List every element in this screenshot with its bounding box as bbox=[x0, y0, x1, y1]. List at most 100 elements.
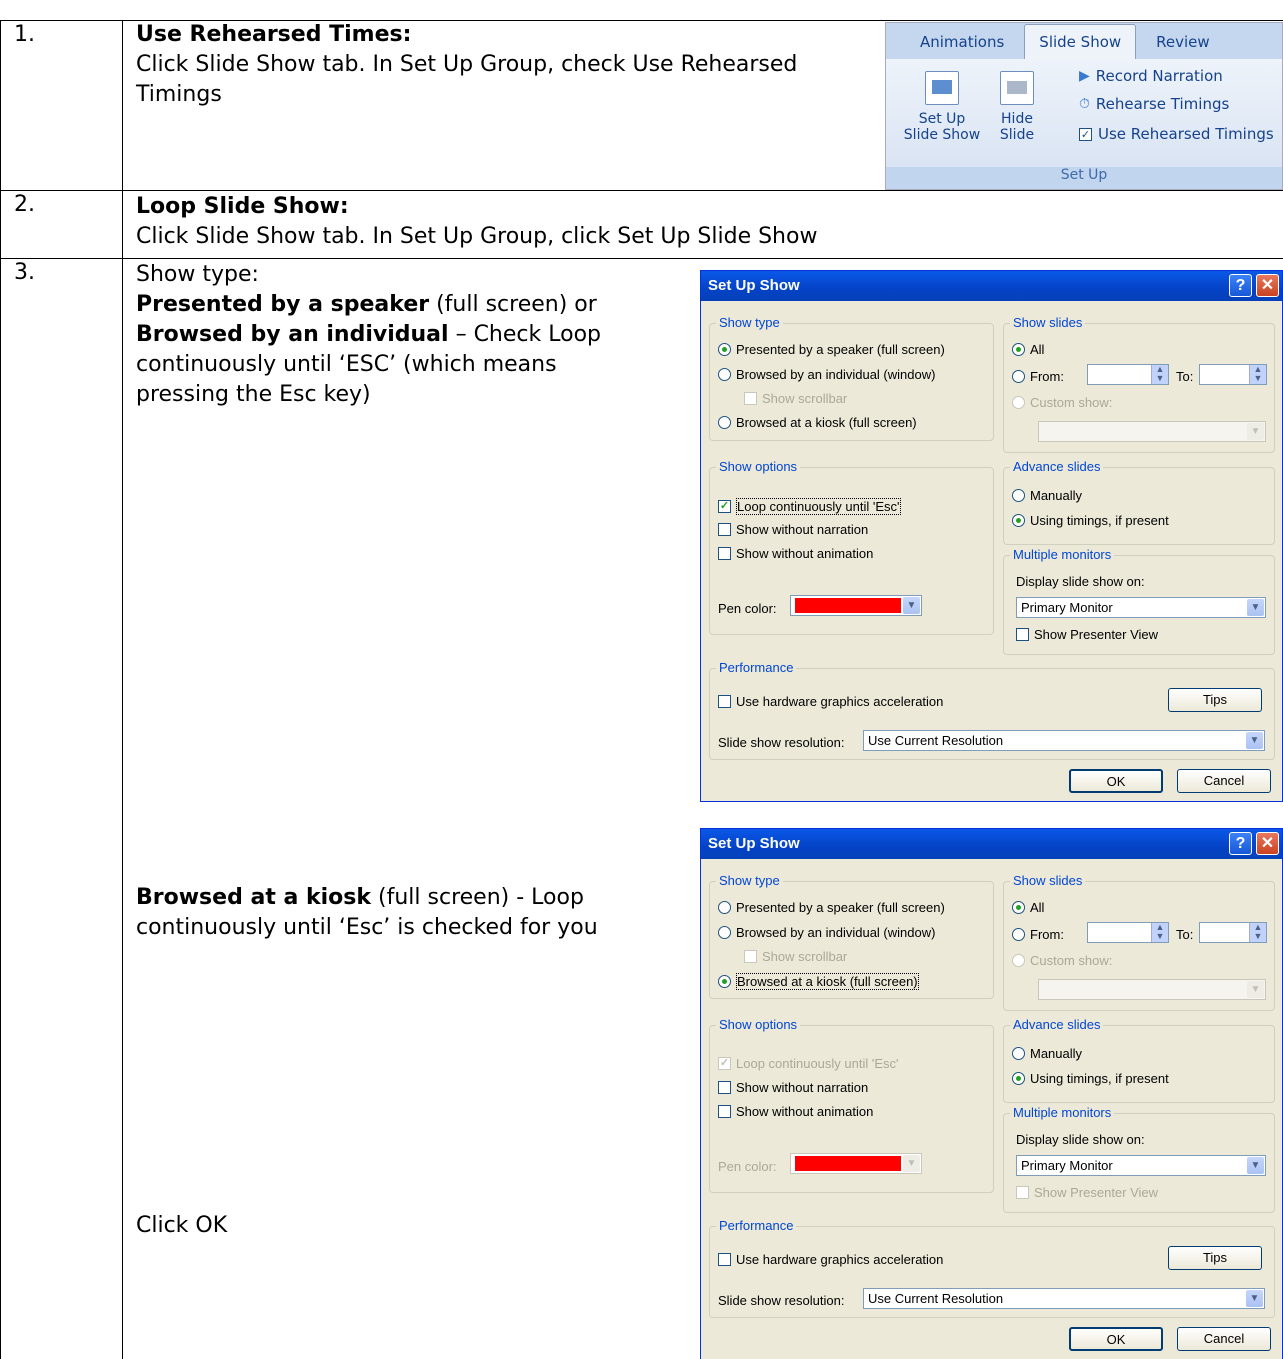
radio-button[interactable] bbox=[718, 416, 731, 429]
radio-all[interactable]: All bbox=[1012, 900, 1044, 915]
radio-browsed-at-kiosk[interactable]: Browsed at a kiosk (full screen) bbox=[718, 415, 917, 430]
radio-button[interactable] bbox=[1012, 370, 1025, 383]
checkbox[interactable] bbox=[1016, 1186, 1029, 1199]
radio-using-timings[interactable]: Using timings, if present bbox=[1012, 1071, 1169, 1086]
monitor-select[interactable]: Primary Monitor ▼ bbox=[1016, 597, 1266, 618]
radio-presented-by-speaker[interactable]: Presented by a speaker (full screen) bbox=[718, 900, 945, 915]
checkbox[interactable] bbox=[718, 1081, 731, 1094]
radio-browsed-by-individual[interactable]: Browsed by an individual (window) bbox=[718, 925, 935, 940]
radio-button[interactable] bbox=[1012, 396, 1025, 409]
radio-browsed-by-individual[interactable]: Browsed by an individual (window) bbox=[718, 367, 935, 382]
use-rehearsed-timings-checkbox[interactable]: ✓ Use Rehearsed Timings bbox=[1079, 125, 1274, 143]
radio-label: Using timings, if present bbox=[1030, 513, 1169, 528]
from-spinner[interactable]: ▲ ▼ bbox=[1087, 364, 1169, 385]
to-spinner[interactable]: ▲ ▼ bbox=[1199, 922, 1267, 943]
checkbox[interactable] bbox=[718, 523, 731, 536]
spinner-arrows-icon[interactable]: ▲ ▼ bbox=[1151, 923, 1168, 942]
radio-button[interactable] bbox=[1012, 343, 1025, 356]
radio-button[interactable] bbox=[718, 926, 731, 939]
hide-slide-button[interactable]: Hide Slide bbox=[994, 71, 1040, 143]
radio-from[interactable]: From: bbox=[1012, 369, 1064, 384]
chevron-down-icon[interactable]: ▼ bbox=[1246, 1290, 1263, 1307]
no-animation-checkbox[interactable]: Show without animation bbox=[718, 546, 873, 561]
chevron-down-icon[interactable]: ▼ bbox=[1247, 599, 1264, 616]
no-narration-checkbox[interactable]: Show without narration bbox=[718, 522, 868, 537]
from-spinner[interactable]: ▲ ▼ bbox=[1087, 922, 1169, 943]
radio-using-timings[interactable]: Using timings, if present bbox=[1012, 513, 1169, 528]
pen-color-select[interactable]: ▼ bbox=[790, 595, 922, 616]
radio-button[interactable] bbox=[1012, 1047, 1025, 1060]
resolution-select[interactable]: Use Current Resolution ▼ bbox=[863, 730, 1265, 751]
radio-button[interactable] bbox=[1012, 954, 1025, 967]
presenter-view-checkbox[interactable]: Show Presenter View bbox=[1016, 627, 1158, 642]
radio-button[interactable] bbox=[718, 901, 731, 914]
record-narration-button[interactable]: ▶ Record Narration bbox=[1079, 67, 1223, 85]
spinner-arrows-icon[interactable]: ▲ ▼ bbox=[1249, 365, 1266, 384]
radio-manually[interactable]: Manually bbox=[1012, 488, 1082, 503]
checkbox-checked[interactable]: ✓ bbox=[1079, 127, 1092, 141]
radio-button[interactable] bbox=[718, 368, 731, 381]
radio-custom-show[interactable]: Custom show: bbox=[1012, 953, 1112, 968]
cancel-button[interactable]: Cancel bbox=[1177, 1327, 1271, 1351]
no-narration-checkbox[interactable]: Show without narration bbox=[718, 1080, 868, 1095]
radio-all[interactable]: All bbox=[1012, 342, 1044, 357]
tab-animations[interactable]: Animations bbox=[906, 25, 1018, 59]
custom-show-select[interactable]: ▼ bbox=[1038, 979, 1266, 1000]
chevron-down-icon[interactable]: ▼ bbox=[903, 1155, 920, 1172]
chevron-down-icon[interactable]: ▼ bbox=[1246, 732, 1263, 749]
set-up-slide-show-button[interactable]: Set Up Slide Show bbox=[902, 71, 982, 143]
chevron-down-icon[interactable]: ▼ bbox=[903, 597, 920, 614]
no-animation-checkbox[interactable]: Show without animation bbox=[718, 1104, 873, 1119]
show-scrollbar-checkbox[interactable]: Show scrollbar bbox=[744, 391, 847, 406]
radio-browsed-at-kiosk[interactable]: Browsed at a kiosk (full screen) bbox=[718, 973, 919, 990]
loop-checkbox[interactable]: ✓ Loop continuously until 'Esc' bbox=[718, 498, 901, 515]
show-scrollbar-checkbox[interactable]: Show scrollbar bbox=[744, 949, 847, 964]
checkbox[interactable] bbox=[1016, 628, 1029, 641]
radio-from[interactable]: From: bbox=[1012, 927, 1064, 942]
radio-button[interactable] bbox=[1012, 1072, 1025, 1085]
ok-button[interactable]: OK bbox=[1069, 1327, 1163, 1351]
cancel-button[interactable]: Cancel bbox=[1177, 769, 1271, 793]
loop-checkbox[interactable]: ✓ Loop continuously until 'Esc' bbox=[718, 1056, 899, 1071]
spinner-arrows-icon[interactable]: ▲ ▼ bbox=[1151, 365, 1168, 384]
checkbox[interactable] bbox=[718, 1105, 731, 1118]
radio-button[interactable] bbox=[1012, 928, 1025, 941]
checkbox[interactable] bbox=[744, 950, 757, 963]
rehearse-timings-button[interactable]: ⏱ Rehearse Timings bbox=[1079, 95, 1229, 113]
checkbox-checked[interactable]: ✓ bbox=[718, 500, 731, 513]
tips-button[interactable]: Tips bbox=[1168, 688, 1262, 712]
to-spinner[interactable]: ▲ ▼ bbox=[1199, 364, 1267, 385]
chevron-down-icon[interactable]: ▼ bbox=[1247, 423, 1264, 440]
radio-button[interactable] bbox=[1012, 489, 1025, 502]
radio-button[interactable] bbox=[1012, 901, 1025, 914]
radio-button[interactable] bbox=[718, 343, 731, 356]
radio-manually[interactable]: Manually bbox=[1012, 1046, 1082, 1061]
radio-presented-by-speaker[interactable]: Presented by a speaker (full screen) bbox=[718, 342, 945, 357]
spinner-arrows-icon[interactable]: ▲ ▼ bbox=[1249, 923, 1266, 942]
help-button[interactable]: ? bbox=[1229, 274, 1252, 297]
tips-button[interactable]: Tips bbox=[1168, 1246, 1262, 1270]
checkbox-checked[interactable]: ✓ bbox=[718, 1057, 731, 1070]
radio-custom-show[interactable]: Custom show: bbox=[1012, 395, 1112, 410]
radio-button[interactable] bbox=[1012, 514, 1025, 527]
presenter-view-checkbox[interactable]: Show Presenter View bbox=[1016, 1185, 1158, 1200]
hw-accel-checkbox[interactable]: Use hardware graphics acceleration bbox=[718, 1252, 943, 1267]
resolution-select[interactable]: Use Current Resolution ▼ bbox=[863, 1288, 1265, 1309]
pen-color-select[interactable]: ▼ bbox=[790, 1153, 922, 1174]
checkbox[interactable] bbox=[718, 695, 731, 708]
checkbox[interactable] bbox=[718, 1253, 731, 1266]
checkbox[interactable] bbox=[718, 547, 731, 560]
radio-button[interactable] bbox=[718, 975, 731, 988]
custom-show-select[interactable]: ▼ bbox=[1038, 421, 1266, 442]
tab-review[interactable]: Review bbox=[1142, 25, 1224, 59]
chevron-down-icon[interactable]: ▼ bbox=[1247, 981, 1264, 998]
close-button[interactable]: ✕ bbox=[1256, 832, 1279, 855]
chevron-down-icon[interactable]: ▼ bbox=[1247, 1157, 1264, 1174]
monitor-select[interactable]: Primary Monitor ▼ bbox=[1016, 1155, 1266, 1176]
ok-button[interactable]: OK bbox=[1069, 769, 1163, 793]
tab-slide-show[interactable]: Slide Show bbox=[1024, 24, 1137, 59]
close-button[interactable]: ✕ bbox=[1256, 274, 1279, 297]
help-button[interactable]: ? bbox=[1229, 832, 1252, 855]
hw-accel-checkbox[interactable]: Use hardware graphics acceleration bbox=[718, 694, 943, 709]
checkbox[interactable] bbox=[744, 392, 757, 405]
